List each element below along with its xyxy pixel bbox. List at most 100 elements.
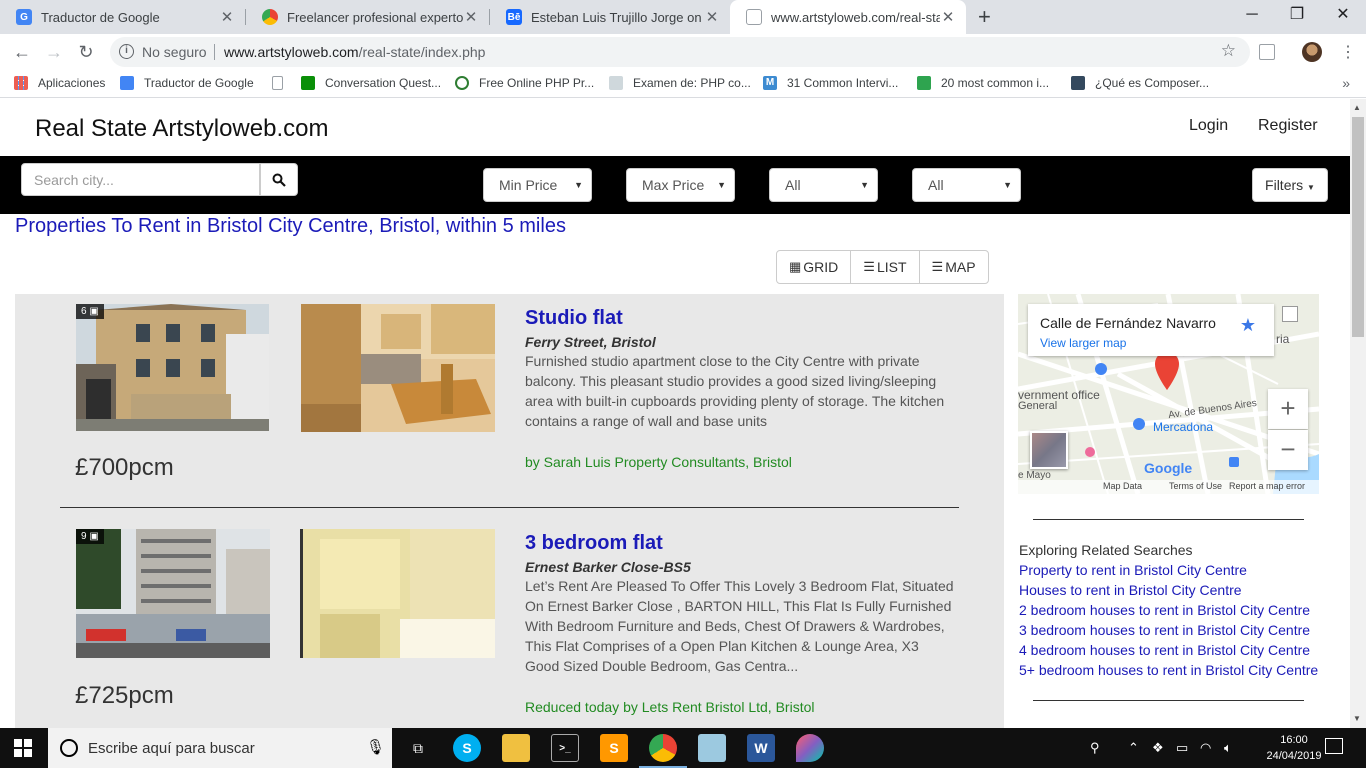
bookmark-interview-questions[interactable]: M 31 Common Intervi...	[763, 76, 898, 90]
related-link[interactable]: Property to rent in Bristol City Centre	[1019, 562, 1247, 578]
bookmark-most-common[interactable]: 20 most common i...	[917, 76, 1049, 90]
file-explorer-icon[interactable]	[502, 734, 530, 762]
filters-button[interactable]: Filters ▼	[1252, 168, 1328, 202]
login-link[interactable]: Login	[1189, 117, 1228, 135]
property-photo-exterior[interactable]: 9 ▣	[76, 529, 270, 658]
grid-view-button[interactable]: ▦ GRID	[777, 251, 852, 283]
map-label: General	[1018, 400, 1058, 412]
zoom-out-button[interactable]: −	[1268, 430, 1308, 470]
minimize-button[interactable]: ─	[1229, 2, 1275, 28]
close-icon[interactable]: ✕	[219, 8, 235, 26]
listing-address: Ernest Barker Close-BS5	[525, 559, 691, 575]
wifi-icon[interactable]: ◠	[1200, 740, 1211, 756]
bookmark-composer[interactable]: ¿Qué es Composer...	[1071, 76, 1209, 90]
maximize-button[interactable]: ❐	[1274, 2, 1320, 28]
view-larger-map-link[interactable]: View larger map	[1040, 336, 1126, 350]
more-bookmarks-icon[interactable]: »	[1342, 75, 1350, 91]
back-icon[interactable]: ←	[10, 40, 34, 64]
related-link[interactable]: 3 bedroom houses to rent in Bristol City…	[1019, 622, 1310, 638]
security-label[interactable]: No seguro	[142, 44, 207, 60]
close-window-button[interactable]: ✕	[1320, 2, 1366, 28]
search-icon	[272, 173, 286, 187]
close-icon[interactable]: ✕	[463, 8, 479, 26]
bookmark-page[interactable]	[272, 76, 293, 90]
related-link[interactable]: 5+ bedroom houses to rent in Bristol Cit…	[1019, 662, 1318, 678]
paint-3d-icon[interactable]	[796, 734, 824, 762]
listing-title[interactable]: Studio flat	[525, 307, 623, 330]
tab-behance[interactable]: Bē Esteban Luis Trujillo Jorge on Beh ✕	[490, 0, 730, 34]
extension-icon[interactable]	[1259, 44, 1275, 60]
listing-price: £725pcm	[75, 682, 174, 709]
new-tab-button[interactable]: +	[978, 4, 996, 30]
notepad-icon[interactable]	[698, 734, 726, 762]
scroll-up-icon[interactable]: ▲	[1353, 103, 1361, 112]
max-price-select[interactable]: Max Price ▼	[626, 168, 735, 202]
scroll-down-icon[interactable]: ▼	[1353, 714, 1361, 723]
zoom-in-button[interactable]: +	[1268, 389, 1308, 429]
listing-title[interactable]: 3 bedroom flat	[525, 532, 663, 555]
page-scrollbar[interactable]: ▲ ▼	[1350, 99, 1366, 728]
reload-icon[interactable]: ↻	[74, 40, 98, 64]
taskbar-search[interactable]: Escribe aquí para buscar 🎙︎	[48, 728, 392, 768]
people-icon[interactable]: ⚲	[1090, 740, 1100, 756]
related-link[interactable]: 4 bedroom houses to rent in Bristol City…	[1019, 642, 1310, 658]
chrome-taskbar-icon[interactable]	[639, 734, 687, 768]
info-icon[interactable]: i	[119, 44, 134, 59]
kebab-menu-icon[interactable]: ⋮	[1340, 42, 1356, 62]
list-view-button[interactable]: ☰ LIST	[851, 251, 920, 283]
scrollbar-thumb[interactable]	[1352, 117, 1364, 337]
windows-taskbar: Escribe aquí para buscar 🎙︎ ⧉ S >_ S W ⚲…	[0, 728, 1366, 768]
system-clock[interactable]: 16:00 24/04/2019	[1264, 732, 1324, 764]
profile-avatar[interactable]	[1302, 42, 1322, 62]
terms-link[interactable]: Terms of Use	[1169, 481, 1222, 491]
microphone-icon[interactable]: 🎙︎	[366, 738, 385, 756]
volume-icon[interactable]: 🔈︎	[1224, 740, 1232, 756]
listing-agent[interactable]: by Sarah Luis Property Consultants, Bris…	[525, 454, 792, 470]
url-text[interactable]: www.artstyloweb.com/real-state/index.php	[224, 44, 485, 60]
battery-icon[interactable]: ▭	[1176, 740, 1188, 756]
property-type-select[interactable]: All ▼	[769, 168, 878, 202]
map-view-button[interactable]: ☰ MAP	[920, 251, 988, 283]
windows-start-icon[interactable]	[14, 739, 32, 757]
page-icon	[272, 76, 283, 90]
fullscreen-icon[interactable]	[1282, 306, 1298, 322]
bookmark-google-translate[interactable]: Traductor de Google	[120, 76, 254, 90]
bookmark-php-practice[interactable]: Free Online PHP Pr...	[455, 76, 594, 90]
bookmark-star-icon[interactable]: ☆	[1221, 41, 1236, 61]
bookmark-apps[interactable]: Aplicaciones	[14, 76, 105, 90]
min-price-select[interactable]: Min Price ▼	[483, 168, 592, 202]
search-city-input[interactable]	[21, 163, 260, 196]
tab-artstyloweb[interactable]: www.artstyloweb.com/real-state/ ✕	[730, 0, 966, 34]
related-link[interactable]: 2 bedroom houses to rent in Bristol City…	[1019, 602, 1310, 618]
property-photo-exterior[interactable]: 6 ▣	[76, 304, 269, 431]
chevron-up-icon[interactable]: ⌃	[1128, 740, 1139, 756]
task-view-icon[interactable]: ⧉	[404, 734, 432, 762]
map-widget[interactable]: vernment office General Av. de Buenos Ai…	[1018, 294, 1319, 494]
close-icon[interactable]: ✕	[940, 8, 956, 26]
terminal-icon[interactable]: >_	[551, 734, 579, 762]
address-bar[interactable]: i No seguro www.artstyloweb.com/real-sta…	[110, 37, 1250, 67]
related-link[interactable]: Houses to rent in Bristol City Centre	[1019, 582, 1242, 598]
bookmark-conversation-questions[interactable]: Conversation Quest...	[301, 76, 441, 90]
save-star-icon[interactable]: ★	[1240, 315, 1256, 336]
satellite-toggle[interactable]	[1030, 431, 1068, 469]
search-button[interactable]	[260, 163, 298, 196]
property-photo-kitchen[interactable]	[301, 304, 495, 432]
site-brand[interactable]: Real State Artstyloweb.com	[35, 115, 328, 143]
bedrooms-select[interactable]: All ▼	[912, 168, 1021, 202]
notifications-icon[interactable]	[1325, 738, 1343, 754]
dropbox-icon[interactable]: ❖	[1152, 740, 1164, 756]
property-photo-bathroom[interactable]	[300, 529, 495, 658]
bookmark-php-exam[interactable]: Examen de: PHP co...	[609, 76, 751, 90]
tab-freelancer[interactable]: Freelancer profesional experto en ✕	[246, 0, 489, 34]
cortana-icon	[60, 739, 78, 757]
sublime-text-icon[interactable]: S	[600, 734, 628, 762]
listing-agent[interactable]: Reduced today by Lets Rent Bristol Ltd, …	[525, 699, 814, 715]
word-icon[interactable]: W	[747, 734, 775, 762]
register-link[interactable]: Register	[1258, 117, 1318, 135]
close-icon[interactable]: ✕	[704, 8, 720, 26]
skype-icon[interactable]: S	[453, 734, 481, 762]
tab-google-translate[interactable]: G Traductor de Google ✕	[0, 0, 245, 34]
forward-icon[interactable]: →	[42, 40, 66, 64]
report-error-link[interactable]: Report a map error	[1229, 481, 1305, 491]
